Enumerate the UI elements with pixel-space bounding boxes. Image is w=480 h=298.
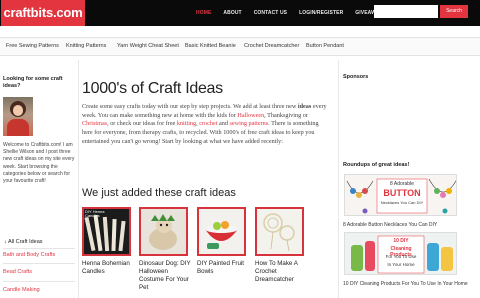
tile-caption[interactable]: Dinosaur Dog: DIY Halloween Costume For … [139,260,193,292]
sidebar-item-bath-body[interactable]: Bath and Body Crafts [3,252,55,258]
banner-text: For You To Use [385,254,417,259]
nav-about[interactable]: ABOUT [223,10,241,16]
banner-text: BUTTON [383,188,421,198]
right-sidebar: Sponsors Roundups of great ideas! 8 Ador… [338,60,480,298]
all-craft-ideas-label: All Craft Ideas [7,239,43,245]
site-logo[interactable]: craftbits.com [1,0,85,26]
search-button[interactable]: Search [440,5,468,18]
banner-text: Necklaces You Can DIY [380,200,424,205]
catnav-button-pendant[interactable]: Button Pendant [306,38,344,55]
catnav-knitting-patterns[interactable]: Knitting Patterns [66,38,106,55]
intro-paragraph: Create some easy crafts today with our s… [82,103,327,145]
link-knitting[interactable]: knitting [177,120,196,127]
catnav-crochet-dreamcatcher[interactable]: Crochet Dreamcatcher [244,38,299,55]
divider [3,248,75,249]
tile-image-painted-bowls[interactable] [197,207,246,256]
tile-caption[interactable]: How To Make A Crochet Dreamcatcher [255,260,309,284]
left-sidebar: Looking for some craft ideas? Welcome to… [0,60,79,298]
page-title: 1000's of Craft Ideas [82,80,223,97]
roundup-image-cleaning-products[interactable]: 10 DIY Cleaning Products For You To Use … [344,232,457,275]
divider [3,281,75,282]
roundup-caption[interactable]: 8 Adorable Button Necklaces You Can DIY [343,222,437,228]
sidebar-item-bead-crafts[interactable]: Bead Crafts [3,269,32,275]
banner-text: 8 Adorable [390,181,414,187]
link-halloween[interactable]: Halloween [237,112,264,119]
search-input[interactable] [374,5,438,18]
nav-home[interactable]: HOME [196,10,211,16]
catnav-free-sewing-patterns[interactable]: Free Sewing Patterns [6,38,59,55]
roundup-image-button-necklaces[interactable]: 8 Adorable BUTTON Necklaces You Can DIY [344,174,457,216]
roundup-caption[interactable]: 10 DIY Cleaning Products For You To Use … [343,281,468,287]
banner-text: 10 DIY [393,238,409,244]
sidebar-item-candle-making[interactable]: Candle Making [3,287,40,293]
sponsors-heading: Sponsors [343,74,369,80]
nav-contact[interactable]: CONTACT US [254,10,287,16]
link-christmas[interactable]: Christmas [82,120,107,127]
divider [3,263,75,264]
link-sewing-patterns[interactable]: sewing patterns [229,120,268,127]
section-heading: We just added these craft ideas [82,187,236,199]
tile-image-henna-candles[interactable]: DIY Henna Candles [82,207,131,256]
banner-text: In Your Home [387,262,415,267]
author-bio: Welcome to Craftbits.com! I am Shellie W… [3,142,75,185]
tile-image-dinosaur-dog[interactable] [139,207,188,256]
nav-login-register[interactable]: LOGIN/REGISTER [299,10,343,16]
catnav-basic-knitted-beanie[interactable]: Basic Knitted Beanie [185,38,236,55]
sidebar-heading: Looking for some craft ideas? [3,76,63,89]
tile-caption[interactable]: Henna Bohemian Candles [82,260,136,276]
tile-image-label: DIY Henna Candles [85,209,105,218]
tile-image-dreamcatcher[interactable] [255,207,304,256]
top-nav: HOME ABOUT CONTACT US LOGIN/REGISTER GIV… [196,0,398,26]
catnav-yarn-weight-cheat-sheet[interactable]: Yarn Weight Cheat Sheet [117,38,179,55]
category-nav: Free Sewing Patterns Knitting Patterns Y… [0,37,480,56]
all-craft-ideas-toggle[interactable]: ↓ All Craft Ideas [4,239,43,245]
top-bar: craftbits.com HOME ABOUT CONTACT US LOGI… [0,0,480,26]
link-crochet[interactable]: crochet [199,120,217,127]
chevron-down-icon: ↓ [4,239,7,245]
roundups-heading: Roundups of great ideas! [343,162,410,168]
author-avatar [3,97,33,136]
tile-caption[interactable]: DIY Painted Fruit Bowls [197,260,251,276]
